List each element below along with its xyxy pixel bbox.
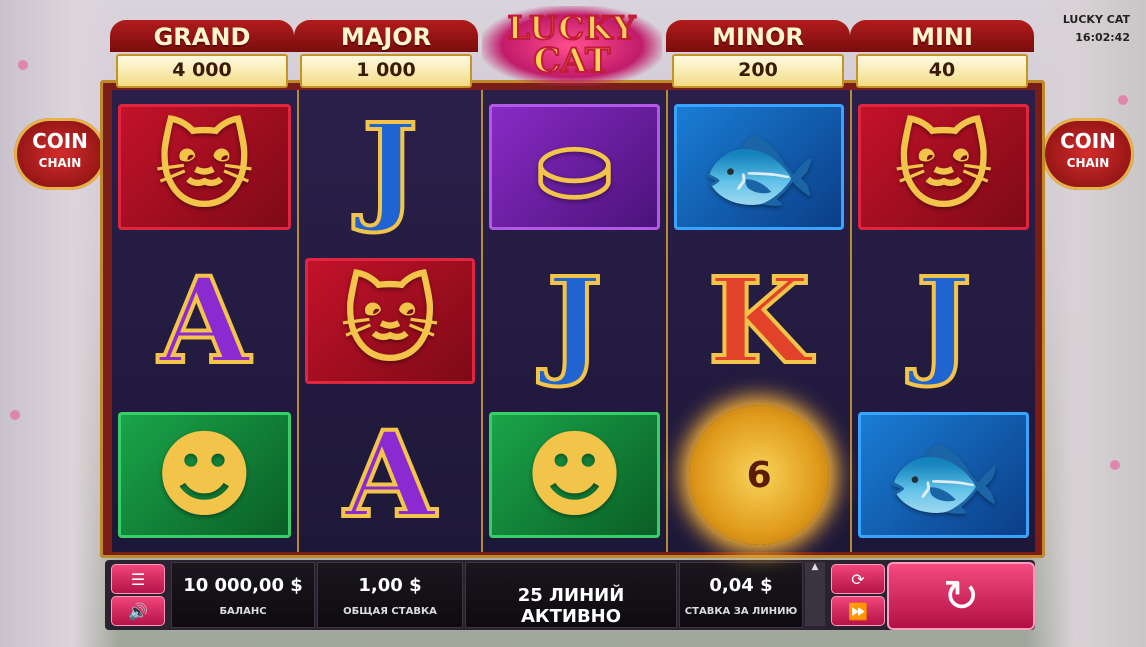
reel-cell: J <box>299 90 482 244</box>
autoplay-icon: ⟳ <box>851 569 865 589</box>
lucky-cat-icon: 🐱 <box>339 265 440 377</box>
jackpot-major: MAJOR 1 000 <box>294 8 478 88</box>
sound-button[interactable]: 🔊 <box>111 596 165 626</box>
jackpot-value: 40 <box>856 54 1028 88</box>
jackpot-name: MINOR <box>666 20 850 52</box>
lantern-sublabel: CHAIN <box>38 156 82 170</box>
blossom <box>10 410 20 420</box>
clock: 16:02:42 <box>1075 31 1130 44</box>
buddha-icon: ☻ <box>154 419 255 531</box>
total-bet-value: 1,00 $ <box>358 575 422 596</box>
letter-k-icon: K <box>706 251 813 390</box>
reel-cell: J <box>483 244 666 398</box>
reel-cell: ☻ <box>112 398 297 552</box>
reel-cell: J <box>852 244 1035 398</box>
lucky-cat-icon: 🐱 <box>154 111 255 223</box>
reel-cell: 🐟 <box>852 398 1035 552</box>
autoplay-button[interactable]: ⟳ <box>831 564 885 594</box>
jackpot-grand: GRAND 4 000 <box>110 8 294 88</box>
game-title: LUCKY CAT <box>1062 13 1130 26</box>
total-bet-panel[interactable]: 1,00 $ ОБЩАЯ СТАВКА <box>317 562 463 628</box>
jackpot-minor: MINOR 200 <box>666 8 850 88</box>
reel-cell: 🐟 <box>668 90 851 244</box>
lines-panel: 25 ЛИНИЙ АКТИВНО <box>465 562 677 628</box>
blossom <box>1110 460 1120 470</box>
reel-cell: ☻ <box>483 398 666 552</box>
line-bet-label: СТАВКА ЗА ЛИНИЮ <box>684 606 798 617</box>
control-bar: ☰ 🔊 10 000,00 $ БАЛАНС 1,00 $ ОБЩАЯ СТАВ… <box>105 560 1035 630</box>
jackpot-value: 4 000 <box>116 54 288 88</box>
jackpot-value: 200 <box>672 54 844 88</box>
balance-panel: 10 000,00 $ БАЛАНС <box>171 562 315 628</box>
reel-cell: 🐱 <box>852 90 1035 244</box>
lantern-label: COIN <box>32 129 88 153</box>
lantern-sublabel: CHAIN <box>1066 156 1110 170</box>
reel-cell: 🐱 <box>299 244 482 398</box>
menu-icon: ☰ <box>130 569 146 589</box>
reel-5: 🐱 J 🐟 <box>850 90 1035 552</box>
lines-text: 25 ЛИНИЙ АКТИВНО <box>517 585 625 627</box>
jackpot-name: MINI <box>850 20 1034 52</box>
jackpot-name: MAJOR <box>294 20 478 52</box>
reel-cell: 6 <box>668 398 851 552</box>
gold-ingot-icon: ⛀ <box>534 111 615 223</box>
sound-icon: 🔊 <box>128 601 148 621</box>
koi-fish-icon: 🐟 <box>699 111 819 223</box>
letter-j-icon: J <box>914 251 974 390</box>
reel-1: 🐱 A ☻ <box>112 90 297 552</box>
jackpot-name: GRAND <box>110 20 294 52</box>
reels-grid: 🐱 A ☻ J 🐱 A ⛀ J ☻ 🐟 K 6 🐱 J 🐟 <box>112 90 1035 552</box>
blossom <box>18 60 28 70</box>
jackpot-mini: MINI 40 <box>850 8 1034 88</box>
lantern-label: COIN <box>1060 129 1116 153</box>
reel-4: 🐟 K 6 <box>665 90 851 552</box>
logo-line1: LUCKY <box>507 9 637 47</box>
koi-fish-icon: 🐟 <box>883 419 1004 531</box>
coin-chain-lantern-left: COIN CHAIN <box>14 118 106 198</box>
blossom <box>1118 95 1128 105</box>
total-bet-label: ОБЩАЯ СТАВКА <box>343 606 437 617</box>
balance-label: БАЛАНС <box>219 606 267 617</box>
reel-2: J 🐱 A <box>296 90 482 552</box>
letter-a-icon: A <box>342 405 438 544</box>
reel-cell: K <box>668 244 851 398</box>
spin-icon: ↻ <box>942 570 980 622</box>
line-bet-value: 0,04 $ <box>709 575 773 596</box>
coin-icon: 6 <box>689 405 830 545</box>
reel-cell: A <box>299 398 482 552</box>
balance-value: 10 000,00 $ <box>183 575 303 596</box>
lucky-cat-icon: 🐱 <box>893 111 994 223</box>
letter-j-icon: J <box>545 251 605 390</box>
turbo-button[interactable]: ⏩ <box>831 596 885 626</box>
reel-cell: 🐱 <box>112 90 297 244</box>
reel-cell: A <box>112 244 297 398</box>
jackpot-value: 1 000 <box>300 54 472 88</box>
spin-button[interactable]: ↻ <box>887 562 1035 630</box>
fast-forward-icon: ⏩ <box>848 601 868 621</box>
reel-3: ⛀ J ☻ <box>481 90 666 552</box>
coin-value: 6 <box>746 454 772 496</box>
coin-chain-lantern-right: COIN CHAIN <box>1042 118 1134 198</box>
letter-j-icon: J <box>360 97 420 236</box>
buddha-icon: ☻ <box>524 419 625 531</box>
logo-line2: CAT <box>533 41 612 81</box>
line-bet-panel[interactable]: 0,04 $ СТАВКА ЗА ЛИНИЮ <box>679 562 803 628</box>
scrollbar[interactable]: ▲ <box>805 562 825 626</box>
letter-a-icon: A <box>157 251 253 390</box>
menu-button[interactable]: ☰ <box>111 564 165 594</box>
reel-cell: ⛀ <box>483 90 666 244</box>
lucky-cat-logo: LUCKY CAT <box>472 6 672 86</box>
